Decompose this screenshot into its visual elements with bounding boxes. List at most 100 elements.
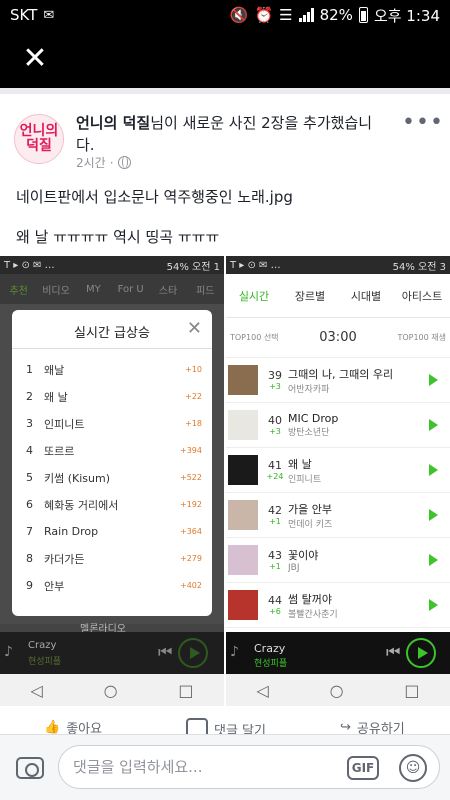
song-change: +24 <box>266 472 284 481</box>
player-title: Crazy <box>28 640 57 651</box>
tab-5: 스타 <box>158 285 178 297</box>
song-rank: 42 <box>268 504 282 517</box>
post-time[interactable]: 2시간 <box>76 154 106 171</box>
emoji-icon[interactable]: ☺ <box>399 754 427 782</box>
song-list: 39 +3 그때의 나, 그때의 우리 어반자카파 40 +3 MIC Drop 방탄소년단 4… <box>226 358 450 628</box>
post-meta: 2시간 · <box>76 154 131 171</box>
mini-status-text: 54% 오전 1 <box>166 261 220 273</box>
rank-delta: +402 <box>180 581 202 590</box>
song-title: 그때의 나, 그때의 우리 <box>288 367 394 381</box>
player-artist: 현성피플 <box>28 657 62 667</box>
globe-icon <box>117 156 131 169</box>
rank-number: 1 <box>26 363 33 376</box>
rank-row: 7 Rain Drop +364 <box>12 518 212 545</box>
tab-4: 아티스트 <box>401 289 443 303</box>
comment-label: 댓글 달기 <box>214 723 266 735</box>
song-row: 39 +3 그때의 나, 그때의 우리 어반자카파 <box>226 358 450 403</box>
album-cover <box>228 455 258 485</box>
status-bar: SKT ✉ 🔇 ⏰ ☰ 82% 오후 1:34 <box>0 0 450 30</box>
album-cover <box>228 410 258 440</box>
prev-icon: ⏮ <box>158 642 173 661</box>
author-name[interactable]: 언니의 덕질 <box>76 114 150 132</box>
rank-row: 8 카더가든 +279 <box>12 545 212 572</box>
photo-left[interactable]: T ▸ ⊙ ✉ … 54% 오전 1 추천 비디오 MY For U 스타 피드… <box>0 256 224 706</box>
gif-icon[interactable]: GIF <box>347 756 379 780</box>
camera-icon[interactable] <box>16 757 44 779</box>
rank-title: 키썸 (Kisum) <box>44 471 111 485</box>
song-change: +6 <box>269 607 281 616</box>
avatar[interactable]: 언니의 덕질 <box>14 114 64 164</box>
clock: 오후 1:34 <box>373 6 440 25</box>
comment-input-wrap[interactable]: GIF ☺ <box>58 745 440 789</box>
rank-delta: +364 <box>180 527 202 536</box>
tab-1: 추천 <box>9 285 28 297</box>
tab-3: 시대별 <box>350 289 382 303</box>
rank-number: 9 <box>26 579 33 592</box>
song-title: MIC Drop <box>288 412 339 425</box>
share-button[interactable]: ↪ 공유하기 <box>340 718 405 734</box>
rank-title: 혜화동 거리에서 <box>44 498 119 512</box>
rank-number: 6 <box>26 498 33 511</box>
album-cover <box>228 500 258 530</box>
mini-status-bar: T ▸ ⊙ ✉ … 54% 오전 1 <box>0 256 224 274</box>
rank-delta: +192 <box>180 500 202 509</box>
top100-play: TOP100 재생 <box>397 333 446 342</box>
rank-number: 5 <box>26 471 33 484</box>
rank-delta: +279 <box>180 554 202 563</box>
messenger-icon: ✉ <box>43 7 55 23</box>
more-dots-icon[interactable]: ••• <box>402 110 444 135</box>
melon-tabs: 추천 비디오 MY For U 스타 피드 <box>0 274 224 304</box>
home-icon: ○ <box>103 680 118 700</box>
mini-player: ♪ Crazy 현성피플 ⏮ <box>226 632 450 674</box>
song-change: +3 <box>269 382 281 391</box>
share-label: 공유하기 <box>356 722 405 734</box>
song-rank: 39 <box>268 369 282 382</box>
thumbs-up-icon: 👍 <box>44 720 61 734</box>
close-icon[interactable]: ✕ <box>20 44 50 74</box>
song-row: 42 +1 가을 안부 먼데이 키즈 <box>226 493 450 538</box>
rank-delta: +10 <box>185 365 202 374</box>
chart-tabs: 실시간 장르별 시대별 아티스트 <box>226 274 450 318</box>
rank-number: 2 <box>26 390 33 403</box>
song-play-icon <box>429 374 438 386</box>
music-note-icon: ♪ <box>230 644 239 660</box>
rank-title: Rain Drop <box>44 525 99 538</box>
rank-delta: +18 <box>185 419 202 428</box>
tab-2: 비디오 <box>42 285 70 297</box>
comment-icon <box>186 718 208 734</box>
rank-row: 6 혜화동 거리에서 +192 <box>12 491 212 518</box>
song-change: +1 <box>269 562 281 571</box>
chart-subbar: TOP100 선택 03:00 TOP100 재생 <box>226 318 450 358</box>
like-button[interactable]: 👍 좋아요 <box>44 718 102 734</box>
post-header: 언니의 덕질님이 새로운 사진 2장을 추가했습니다. <box>76 112 376 156</box>
rank-delta: +22 <box>185 392 202 401</box>
song-play-icon <box>429 419 438 431</box>
mini-status-bar: T ▸ ⊙ ✉ … 54% 오전 3 <box>226 256 450 274</box>
top100-select: TOP100 선택 <box>230 333 279 342</box>
rank-row: 4 또르르 +394 <box>12 437 212 464</box>
rank-number: 8 <box>26 552 33 565</box>
song-artist: 방탄소년단 <box>288 428 330 438</box>
photo-right[interactable]: T ▸ ⊙ ✉ … 54% 오전 3 실시간 장르별 시대별 아티스트 TOP1… <box>226 256 450 706</box>
comment-input[interactable] <box>73 754 333 780</box>
rank-number: 4 <box>26 444 33 457</box>
battery-icon <box>358 7 368 23</box>
tab-6: 피드 <box>196 285 215 297</box>
rank-title: 인피니트 <box>44 417 85 431</box>
comment-button[interactable]: 댓글 달기 <box>186 718 266 734</box>
play-icon <box>406 638 436 668</box>
recents-icon: □ <box>178 680 194 700</box>
tab-3: MY <box>85 283 101 295</box>
player-artist: 현성피플 <box>254 659 288 669</box>
like-label: 좋아요 <box>66 722 103 734</box>
mini-status-icons: T ▸ ⊙ ✉ … <box>230 259 281 271</box>
song-row: 43 +1 꽃이야 JBJ <box>226 538 450 583</box>
song-rank: 44 <box>268 594 282 607</box>
song-title: 가을 안부 <box>288 502 332 516</box>
play-icon <box>178 638 208 668</box>
tab-4: For U <box>117 283 144 295</box>
rank-title: 또르르 <box>44 444 75 458</box>
album-cover <box>228 545 258 575</box>
android-nav-bar: ◁ ○ □ <box>226 674 450 706</box>
trending-popup: 실시간 급상승 ✕ 1 왜날 +10 2 왜 날 +22 3 인피니트 +18 4 또르르 +394 5… <box>12 310 212 616</box>
